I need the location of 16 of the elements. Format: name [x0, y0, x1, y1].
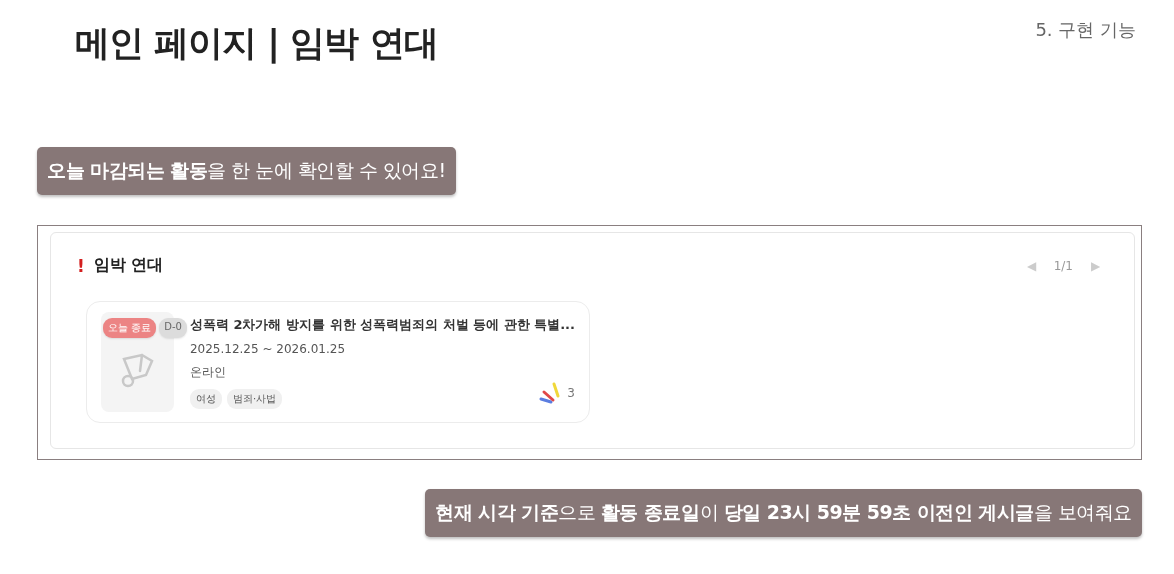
date-range: 2025.12.25 ~ 2026.01.25: [189, 342, 347, 356]
card-title: 성폭력 2차가해 방지를 위한 성폭력범죄의 처벌 등에 관한 특별...: [189, 316, 575, 334]
page-title: 메인 페이지 | 임박 연대: [75, 22, 438, 66]
status-badge: 오늘 종료: [103, 318, 157, 338]
dday-badge: D-0: [159, 318, 187, 338]
callout-note: 현재 시각 기준으로 활동 종료일이 당일 23시 59분 59초 이전인 게시글을 보여줘요: [425, 489, 1142, 537]
panel-title: 임박 연대: [93, 255, 164, 276]
alert-mark: !: [77, 255, 85, 276]
callout-note: 오늘 마감되는 활동을 한 눈에 확인할 수 있어요!: [37, 147, 456, 195]
location-text: 온라인: [189, 364, 227, 381]
participant-count: 3: [567, 386, 575, 400]
section-label: 5. 구현 기능: [1035, 18, 1136, 42]
category-tag: 여성: [189, 389, 222, 409]
page-indicator: 1/1: [1053, 258, 1073, 273]
activity-card[interactable]: 오늘 종료 D-0 성폭력 2차가해 방지를 위한 성폭력범죄의 처벌 등에 관한 특별... 2025.12.25 ~ 2026.01.25 온라인 여성 범죄·사법 3: [86, 301, 590, 423]
category-tag: 범죄·사법: [226, 389, 283, 409]
